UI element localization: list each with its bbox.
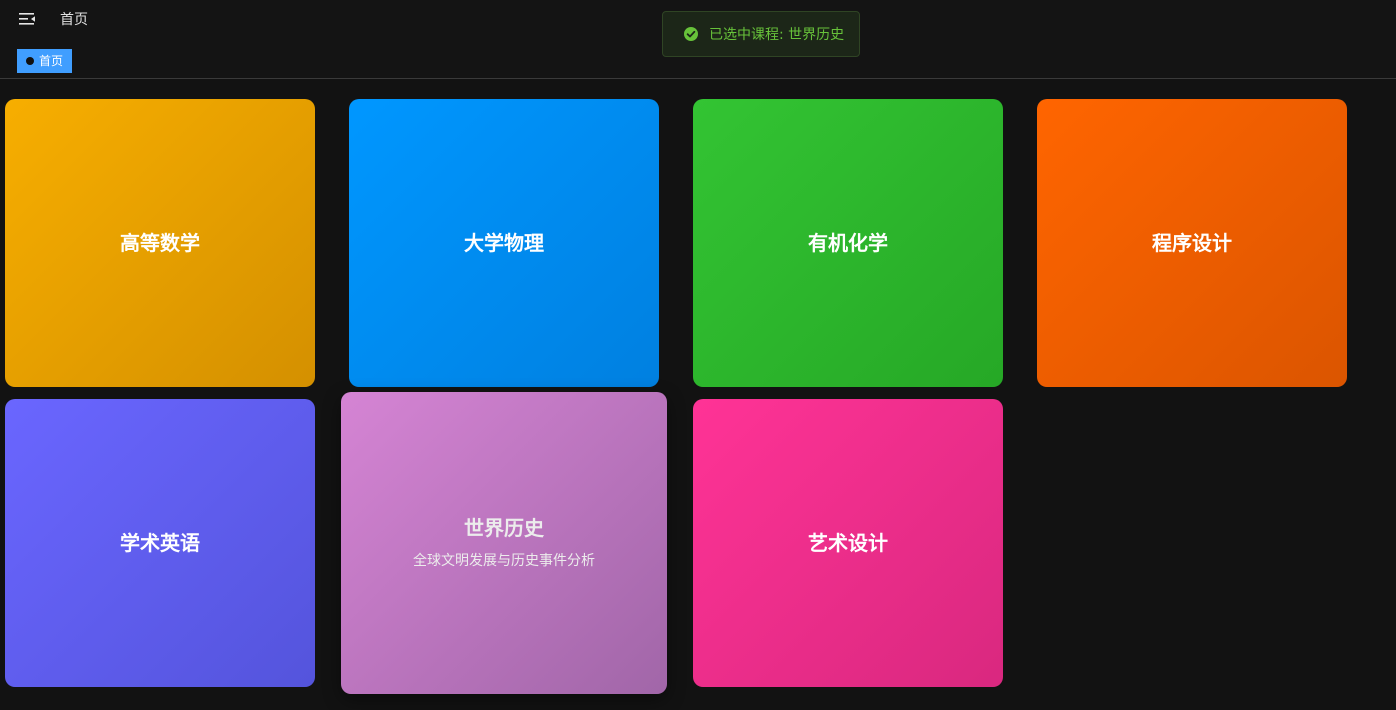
tag-home[interactable]: 首页 — [17, 49, 73, 73]
toast-message: 已选中课程: 世界历史 — [709, 27, 845, 43]
course-title: 程序设计 — [1152, 231, 1232, 255]
course-title: 有机化学 — [808, 231, 888, 255]
course-title: 高等数学 — [120, 231, 200, 255]
course-title: 学术英语 — [120, 531, 200, 555]
active-dot-icon — [26, 57, 34, 65]
course-card-history[interactable]: 世界历史 全球文明发展与历史事件分析 — [341, 392, 667, 694]
course-card-physics[interactable]: 大学物理 — [349, 99, 659, 387]
tag-label: 首页 — [39, 54, 64, 68]
course-card-programming[interactable]: 程序设计 — [1037, 99, 1347, 387]
course-card-math[interactable]: 高等数学 — [5, 99, 315, 387]
course-title: 世界历史 — [464, 516, 544, 540]
course-title: 大学物理 — [464, 231, 544, 255]
course-title: 艺术设计 — [808, 531, 888, 555]
course-card-english[interactable]: 学术英语 — [5, 399, 315, 687]
check-circle-icon — [684, 27, 698, 41]
course-description: 全球文明发展与历史事件分析 — [413, 553, 595, 569]
breadcrumb-home[interactable]: 首页 — [60, 11, 88, 29]
menu-fold-icon[interactable] — [18, 11, 36, 27]
success-toast: 已选中课程: 世界历史 — [662, 11, 860, 57]
course-card-art[interactable]: 艺术设计 — [693, 399, 1003, 687]
course-card-chemistry[interactable]: 有机化学 — [693, 99, 1003, 387]
